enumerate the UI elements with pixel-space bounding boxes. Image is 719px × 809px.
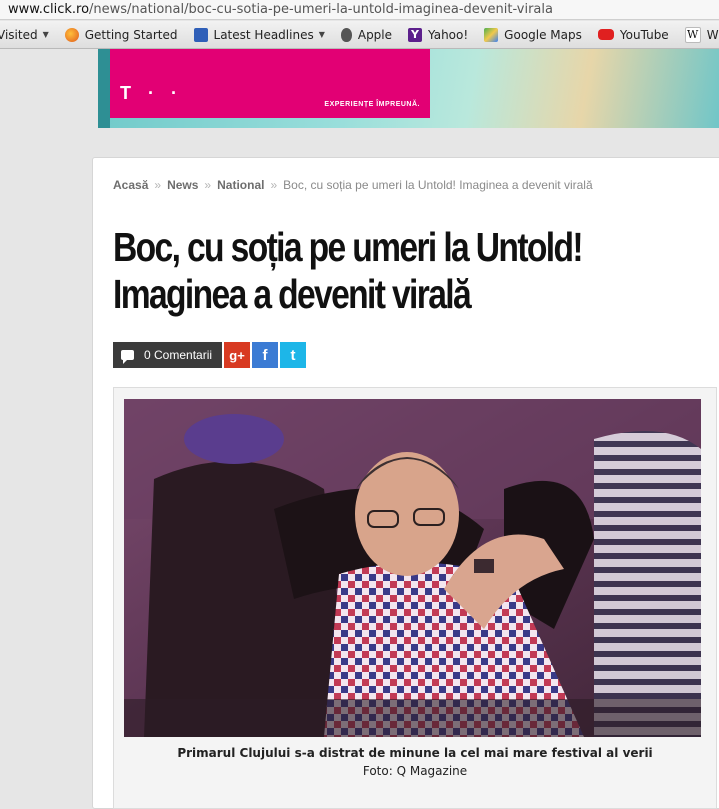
bookmark-google-maps[interactable]: Google Maps <box>484 27 582 42</box>
bookmark-label: Yahoo! <box>428 27 469 42</box>
yahoo-icon: Y <box>408 27 423 42</box>
article-title: Boc, cu soția pe umeri la Untold! Imagin… <box>113 224 719 318</box>
bookmark-label: Google Maps <box>504 27 582 42</box>
firefox-icon <box>64 27 79 42</box>
twitter-share-button[interactable]: t <box>280 342 307 368</box>
telekom-logo: T · · <box>120 83 183 103</box>
maps-icon <box>484 27 499 42</box>
apple-icon <box>340 27 352 42</box>
url-host: www.click.ro <box>8 2 90 17</box>
breadcrumb-separator-icon: » <box>204 178 212 192</box>
breadcrumb-current: Boc, cu soția pe umeri la Untold! Imagin… <box>283 178 593 192</box>
bookmark-most-visited[interactable]: Visited ▼ <box>0 28 49 42</box>
breadcrumb-separator-icon: » <box>154 178 162 192</box>
chevron-down-icon: ▼ <box>318 30 325 39</box>
bookmark-label: Wikipedia <box>706 27 719 42</box>
bookmark-latest-headlines[interactable]: Latest Headlines ▼ <box>193 27 325 42</box>
telekom-ad-panel: T · · EXPERIENȚE ÎMPREUNĂ. <box>110 49 430 118</box>
ad-slogan: EXPERIENȚE ÎMPREUNĂ. <box>324 101 420 108</box>
bookmark-apple[interactable]: Apple <box>340 27 393 42</box>
bookmark-label: YouTube <box>619 27 669 42</box>
bookmark-wikipedia[interactable]: W Wikipedia <box>684 26 719 43</box>
bookmark-label: Latest Headlines <box>213 27 314 42</box>
youtube-icon <box>597 29 614 40</box>
title-line-1: Boc, cu soția pe umeri la Untold! <box>113 224 584 270</box>
caption-text: Primarul Clujului s-a distrat de minune … <box>177 746 653 760</box>
wikipedia-icon: W <box>684 26 701 43</box>
article-card: Acasă » News » National » Boc, cu soția pe ume… <box>92 157 719 809</box>
breadcrumb-news[interactable]: News <box>167 178 198 192</box>
bookmark-yahoo[interactable]: Y Yahoo! <box>408 27 469 42</box>
google-plus-share-button[interactable]: g+ <box>224 342 251 368</box>
facebook-share-button[interactable]: f <box>252 342 279 368</box>
bookmark-label: Apple <box>357 27 393 42</box>
advertisement-banner[interactable]: T · · EXPERIENȚE ÎMPREUNĂ. <box>98 49 719 128</box>
bookmark-getting-started[interactable]: Getting Started <box>64 27 178 42</box>
article-photo[interactable] <box>124 399 701 737</box>
bookmark-youtube[interactable]: YouTube <box>597 27 669 42</box>
comments-button[interactable]: 0 Comentarii <box>113 342 223 368</box>
chevron-down-icon: ▼ <box>42 30 49 39</box>
comments-count: 0 Comentarii <box>144 348 213 362</box>
breadcrumb-national[interactable]: National <box>217 178 264 192</box>
bookmark-label: Getting Started <box>84 27 178 42</box>
bookmark-label: Visited <box>0 27 38 42</box>
photo-credit: Foto: Q Magazine <box>362 764 468 778</box>
breadcrumb-home[interactable]: Acasă <box>113 178 148 192</box>
title-line-2: Imaginea a devenit virală <box>113 271 472 317</box>
rss-icon <box>193 27 208 42</box>
social-bar: 0 Comentarii g+ f t <box>113 342 307 368</box>
url-path: /news/national/boc-cu-sotia-pe-umeri-la-… <box>89 2 553 17</box>
bookmarks-toolbar: Visited ▼ Getting Started Latest Headline… <box>0 21 719 49</box>
breadcrumb-separator-icon: » <box>270 178 278 192</box>
comment-bubble-icon <box>121 350 134 364</box>
photo-caption: Primarul Clujului s-a distrat de minune … <box>114 746 716 778</box>
article-photo-frame: Primarul Clujului s-a distrat de minune … <box>113 387 717 809</box>
address-bar[interactable]: www.click.ro/news/national/boc-cu-sotia-… <box>0 0 719 20</box>
banner-shade <box>98 49 110 128</box>
breadcrumb: Acasă » News » National » Boc, cu soția pe ume… <box>113 178 593 192</box>
